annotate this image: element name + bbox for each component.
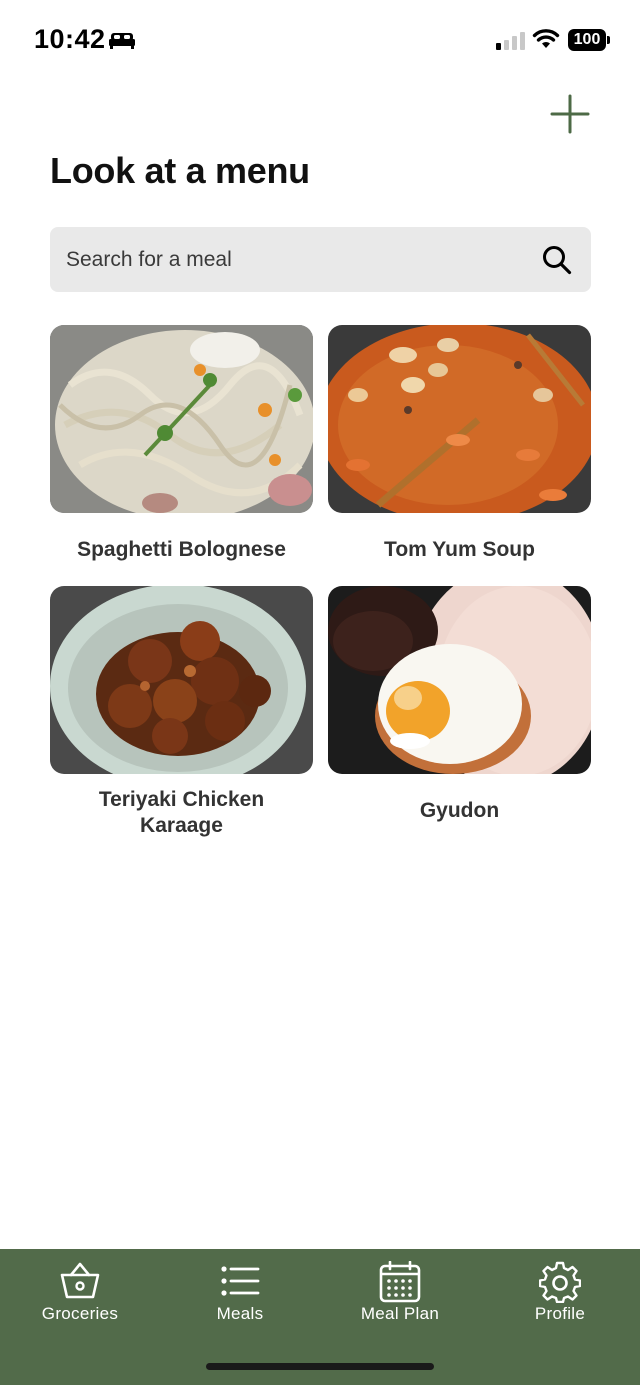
tab-label: Profile [534,1304,586,1323]
glazed-chicken-bowl-photo [50,586,313,774]
meal-name: Tom Yum Soup [384,538,535,561]
orange-soup-photo [328,325,591,513]
meal-name: Spaghetti Bolognese [77,538,286,561]
signal-icon [496,32,525,50]
search-input[interactable] [66,227,526,292]
calendar-icon [379,1261,421,1303]
battery-icon: 100 [568,29,610,51]
tab-meal-plan[interactable]: Meal Plan [320,1249,480,1339]
status-bar: 10:42 100 [0,0,640,80]
gear-icon [539,1261,581,1303]
page-title: Look at a menu [50,150,310,191]
tab-label: Groceries [41,1304,119,1323]
tab-meals[interactable]: Meals [160,1249,320,1339]
search-bar [50,227,591,292]
meal-name: Teriyaki Chicken Karaage [98,788,265,837]
meal-card-tom-yum-soup[interactable]: Tom Yum Soup [328,325,591,563]
meal-name: Gyudon [419,799,500,822]
meal-card-gyudon[interactable]: Gyudon [328,586,591,824]
list-icon [221,1266,260,1296]
basket-icon [60,1262,100,1299]
home-indicator [206,1363,434,1370]
tab-groceries[interactable]: Groceries [0,1249,160,1339]
meal-card-spaghetti-bolognese[interactable]: Spaghetti Bolognese [50,325,313,563]
meal-card-teriyaki-chicken-karaage[interactable]: Teriyaki Chicken Karaage [50,586,313,839]
plus-icon[interactable] [548,92,592,136]
tab-label: Meals [216,1304,264,1323]
status-time: 10:42 [34,24,106,54]
tab-label: Meal Plan [360,1304,440,1323]
creamy-spaghetti-photo [50,325,313,513]
battery-level: 100 [568,29,606,51]
wifi-icon [532,29,560,48]
sleep-mode-icon [109,33,135,49]
rice-fried-egg-photo [328,586,591,774]
search-icon[interactable] [541,244,573,276]
tab-profile[interactable]: Profile [480,1249,640,1339]
